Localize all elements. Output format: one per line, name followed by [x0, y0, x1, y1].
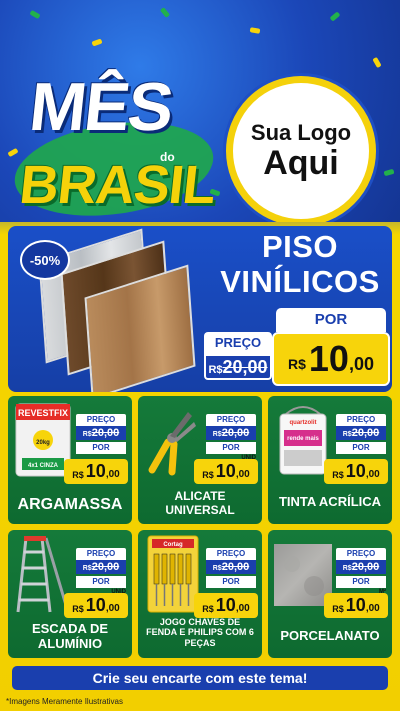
- hero-preco-label: PREÇO: [204, 332, 272, 354]
- hero-old-price: R$20,00: [204, 354, 272, 380]
- old-price: R$20,00: [206, 426, 256, 440]
- discount-badge: -50%: [20, 240, 70, 280]
- confetti-decoration: [29, 9, 41, 20]
- disclaimer-text: *Imagens Meramente Ilustrativas: [6, 697, 123, 706]
- confetti-decoration: [383, 168, 395, 177]
- preco-label: PREÇO: [76, 414, 126, 426]
- logo-placeholder[interactable]: Sua Logo Aqui: [226, 76, 376, 222]
- old-price: R$20,00: [76, 426, 126, 440]
- mortar-weight: 20kg: [36, 440, 50, 446]
- product-card-tinta[interactable]: quartzolit rende mais PREÇO R$20,00 POR …: [268, 396, 392, 524]
- header-banner: MÊS do BRASIL Sua Logo Aqui: [0, 0, 400, 222]
- por-label: POR: [206, 442, 256, 454]
- new-int: 10: [308, 338, 349, 379]
- preco-label: PREÇO: [206, 548, 256, 560]
- price-box: PREÇO R$20,00 POR: [76, 414, 126, 454]
- new-price: R$ 10,00: [64, 459, 128, 484]
- hero-title-line2: VINÍLICOS: [220, 263, 380, 299]
- old-price: R$20,00: [336, 426, 386, 440]
- product-card-chaves[interactable]: Cortag PREÇO R$20,00 POR R$ 10,00 JOGO CH…: [138, 530, 262, 658]
- price-box: PREÇO R$20,00 POR: [206, 548, 256, 588]
- brand-brasil: BRASIL: [16, 155, 219, 215]
- new-currency: R$: [288, 356, 306, 372]
- new-price: R$ 10,00: [324, 593, 388, 618]
- hero-offer[interactable]: -50% PISO VINÍLICOS POR PREÇO R$20,00 R$…: [8, 226, 392, 392]
- product-card-argamassa[interactable]: REVESTFIX 20kg 4x1 CINZA PREÇO R$20,00 P…: [8, 396, 132, 524]
- product-name: ESCADA DE ALUMÍNIO: [31, 621, 109, 652]
- confetti-decoration: [372, 56, 382, 69]
- product-name: JOGO CHAVES DE FENDA E PHILIPS COM 6 PEÇ…: [146, 616, 254, 648]
- price-box: PREÇO R$20,00 POR: [336, 414, 386, 454]
- preco-label: PREÇO: [76, 548, 126, 560]
- hero-por-label: POR: [276, 308, 386, 332]
- product-name: PORCELANATO: [280, 628, 380, 644]
- por-label: POR: [206, 576, 256, 588]
- product-name: ALICATE UNIVERSAL: [165, 489, 235, 518]
- old-price: R$20,00: [206, 560, 256, 574]
- confetti-decoration: [7, 147, 19, 158]
- preco-label: PREÇO: [336, 414, 386, 426]
- flyer-page: MÊS do BRASIL Sua Logo Aqui -50% PISO VI…: [0, 0, 400, 711]
- product-card-porcelanato[interactable]: PREÇO R$20,00 POR M² R$ 10,00 PORCELANATO: [268, 530, 392, 658]
- por-label: POR: [76, 576, 126, 588]
- product-card-escada[interactable]: PREÇO R$20,00 POR UNID R$ 10,00 ESCADA DE…: [8, 530, 132, 658]
- new-dec: ,00: [348, 353, 374, 374]
- old-currency: R$: [208, 364, 223, 376]
- old-price: R$20,00: [336, 560, 386, 574]
- new-price: R$ 10,00: [324, 459, 388, 484]
- mes-do-brasil-logo: MÊS do BRASIL: [8, 68, 220, 222]
- price-box: PREÇO R$20,00 POR: [336, 548, 386, 588]
- product-name: ARGAMASSA: [17, 495, 123, 513]
- product-card-alicate[interactable]: PREÇO R$20,00 POR UNID R$ 10,00 ALICATE U…: [138, 396, 262, 524]
- old-value: 20,00: [222, 357, 268, 377]
- logo-line2: Aqui: [263, 144, 339, 183]
- new-price: R$ 10,00: [194, 459, 258, 484]
- new-price: R$ 10,00: [64, 593, 128, 618]
- logo-line1: Sua Logo: [250, 120, 352, 146]
- new-price: R$ 10,00: [194, 593, 258, 618]
- por-label: POR: [76, 442, 126, 454]
- confetti-decoration: [159, 7, 171, 18]
- confetti-decoration: [91, 38, 103, 47]
- screwdriver-brand: Cortag: [163, 542, 183, 548]
- mortar-type: 4x1 CINZA: [28, 463, 59, 469]
- confetti-decoration: [249, 27, 261, 34]
- price-box: PREÇO R$20,00 POR: [76, 548, 126, 588]
- preco-label: PREÇO: [336, 548, 386, 560]
- preco-label: PREÇO: [206, 414, 256, 426]
- hero-new-price: R$ 10,00: [272, 332, 390, 386]
- brand-mes: MÊS: [26, 69, 176, 145]
- paint-brand: quartzolit: [290, 420, 317, 426]
- product-name: TINTA ACRÍLICA: [278, 494, 382, 510]
- hero-title: PISO VINÍLICOS: [208, 229, 392, 299]
- mortar-brand: REVESTFIX: [18, 408, 68, 418]
- price-box: PREÇO R$20,00 POR: [206, 414, 256, 454]
- por-label: POR: [336, 442, 386, 454]
- confetti-decoration: [329, 11, 341, 22]
- hero-title-line1: PISO: [261, 229, 339, 264]
- old-price: R$20,00: [76, 560, 126, 574]
- paint-line: rende mais: [287, 436, 319, 442]
- por-label: POR: [336, 576, 386, 588]
- cta-banner[interactable]: Crie seu encarte com este tema!: [12, 666, 388, 690]
